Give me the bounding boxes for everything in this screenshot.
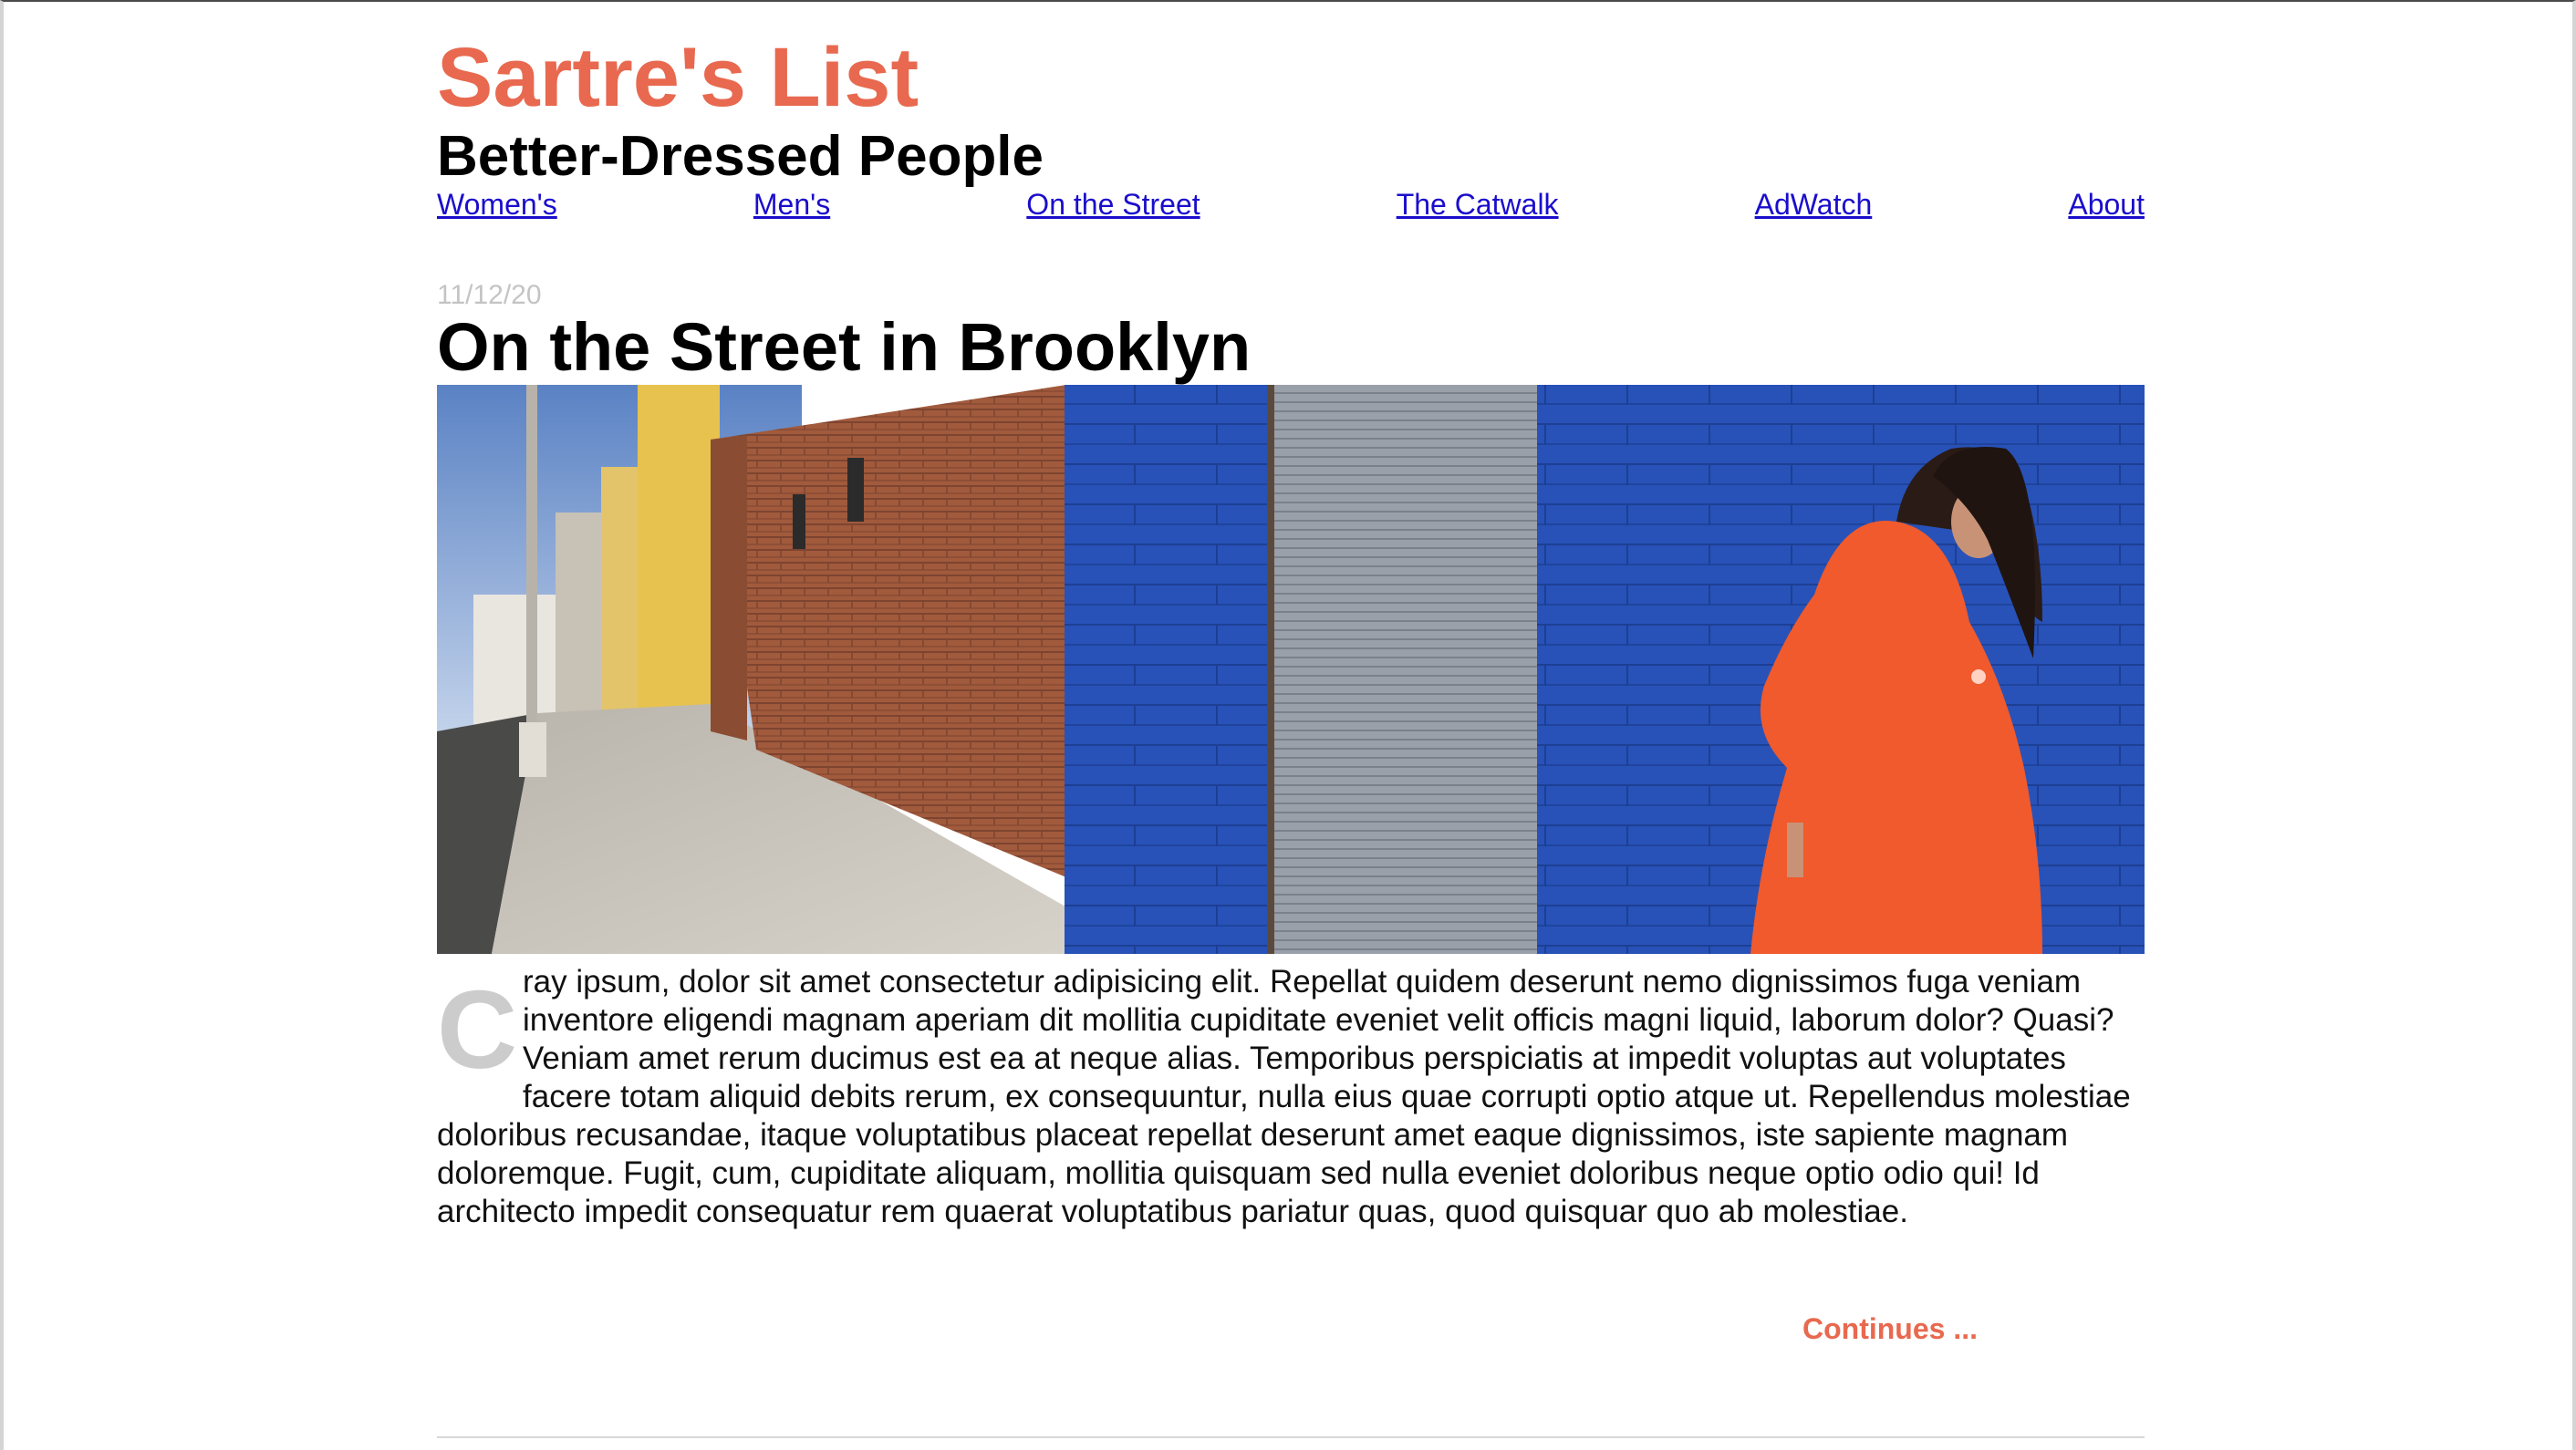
post-divider: [437, 1436, 2145, 1438]
site-title[interactable]: Sartre's List: [437, 27, 919, 128]
site-subtitle: Better-Dressed People: [437, 125, 1044, 188]
post-body-text: ray ipsum, dolor sit amet consectetur ad…: [437, 964, 2131, 1229]
post-hero-image: [437, 385, 2145, 954]
nav-link-womens[interactable]: Women's: [437, 186, 557, 223]
post-body: C ray ipsum, dolor sit amet consectetur …: [437, 963, 2145, 1231]
main-nav: Women's Men's On the Street The Catwalk …: [437, 186, 2145, 223]
nav-link-adwatch[interactable]: AdWatch: [1755, 186, 1873, 223]
nav-link-the-catwalk[interactable]: The Catwalk: [1397, 186, 1559, 223]
continue-reading-link[interactable]: Continues ...: [1802, 1310, 1978, 1347]
nav-link-about[interactable]: About: [2068, 186, 2145, 223]
post-title[interactable]: On the Street in Brooklyn: [437, 306, 1251, 388]
nav-link-mens[interactable]: Men's: [753, 186, 830, 223]
nav-link-on-the-street[interactable]: On the Street: [1026, 186, 1200, 223]
post-dropcap: C: [437, 968, 518, 1092]
